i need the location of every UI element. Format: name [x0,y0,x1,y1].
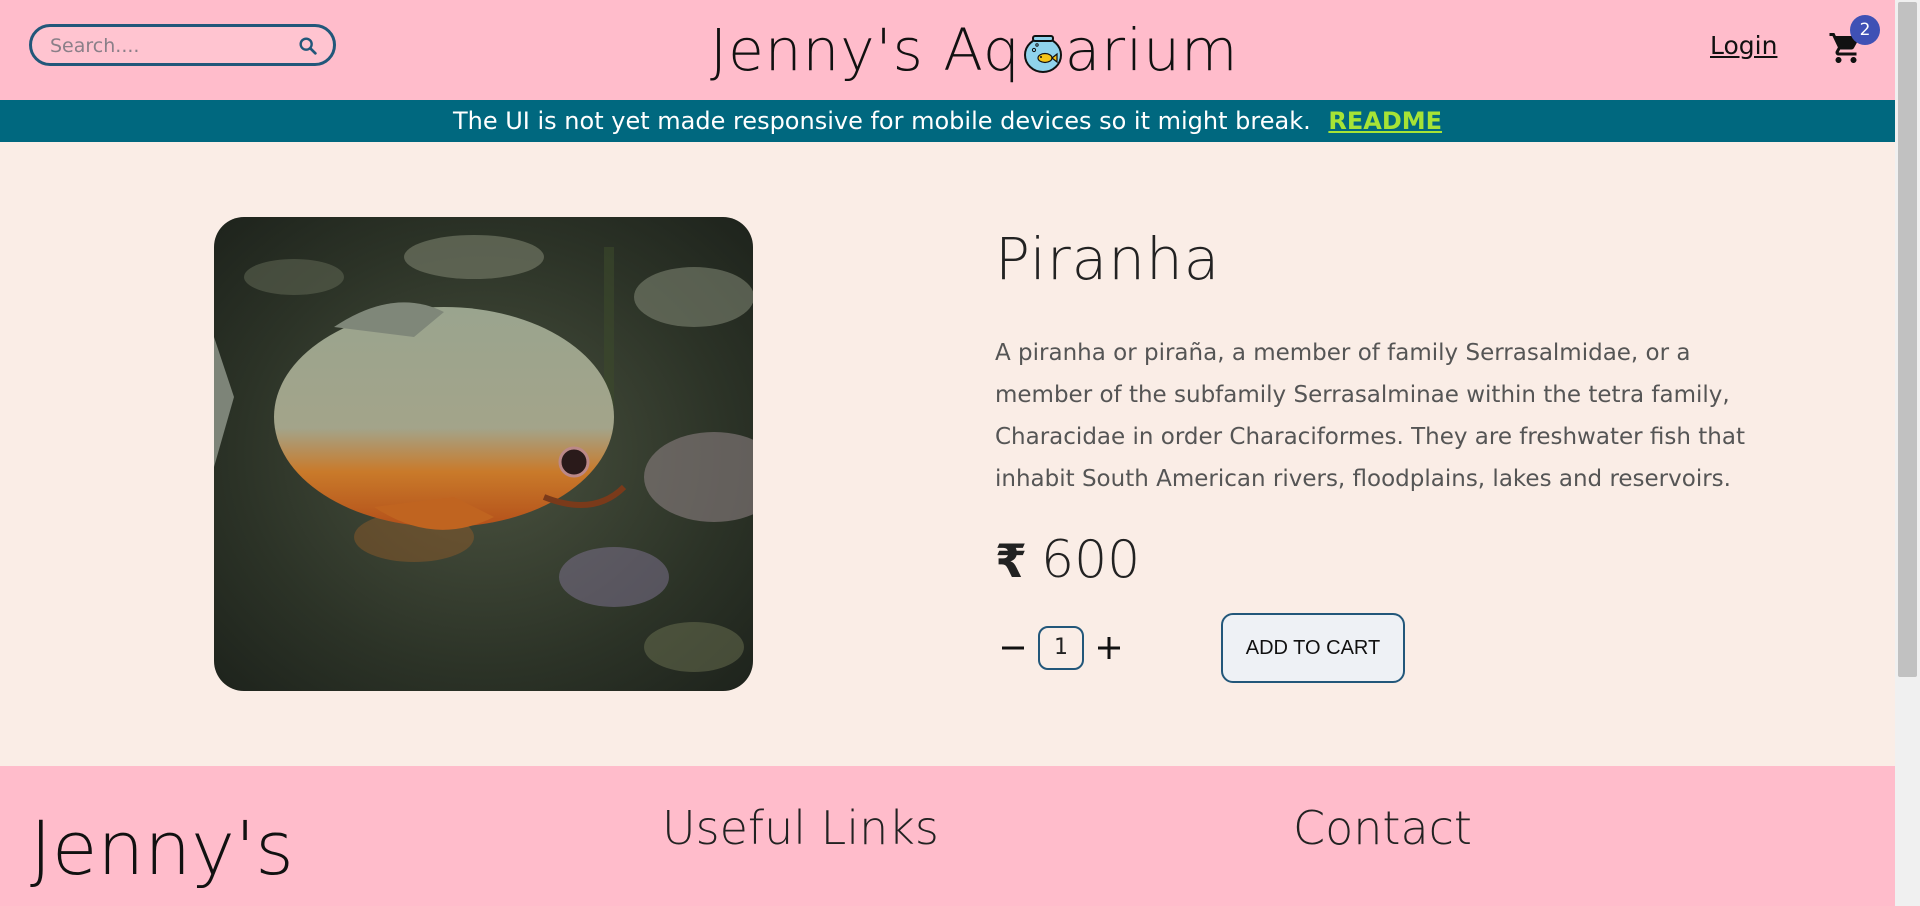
page: Jenny's Aq arium Login 2 The UI is not y… [0,0,1895,906]
brand-text-start: Jenny's Aq [710,16,1021,84]
site-footer: Jenny's Useful Links Contact [0,766,1895,906]
cart-count-badge: 2 [1850,15,1880,45]
product-price: ₹600 [995,525,1140,595]
site-header: Jenny's Aq arium Login 2 [0,0,1895,100]
search-input[interactable] [48,34,292,58]
minus-icon [1002,646,1024,650]
search-icon[interactable] [297,35,319,57]
site-logo[interactable]: Jenny's Aq arium [710,10,1237,90]
readme-link[interactable]: README [1328,107,1442,135]
quantity-value[interactable]: 1 [1038,626,1084,670]
plus-icon [1098,637,1120,659]
price-value: 600 [1041,530,1141,590]
increase-quantity-button[interactable] [1094,628,1124,668]
brand-text-end: arium [1064,16,1239,84]
add-to-cart-button[interactable]: ADD TO CART [1221,613,1405,683]
login-link[interactable]: Login [1710,31,1777,60]
product-image [214,217,753,691]
decrease-quantity-button[interactable] [998,628,1028,668]
fishbowl-icon [1023,35,1062,73]
footer-brand: Jenny's [30,806,294,892]
notice-banner: The UI is not yet made responsive for mo… [0,100,1895,142]
product-description: A piranha or piraña, a member of family … [995,340,1745,492]
search-box[interactable] [29,24,336,66]
scrollbar-thumb[interactable] [1898,2,1917,677]
footer-contact-heading: Contact [1293,801,1472,855]
product-title: Piranha [995,225,1221,293]
currency-symbol: ₹ [995,534,1028,588]
footer-useful-links-heading: Useful Links [662,801,939,855]
notice-text: The UI is not yet made responsive for mo… [452,107,1311,135]
